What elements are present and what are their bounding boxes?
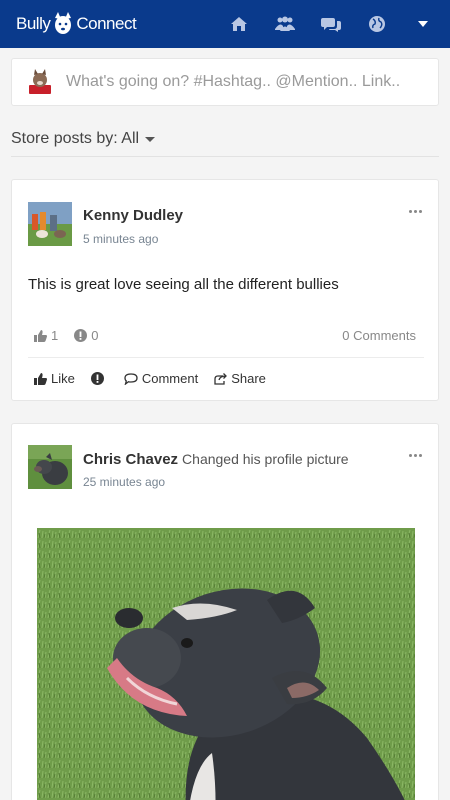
- caret-down-icon: [145, 136, 156, 142]
- author-name[interactable]: Kenny Dudley: [83, 207, 183, 224]
- like-button[interactable]: Like: [34, 371, 75, 386]
- author-name[interactable]: Chris Chavez Changed his profile picture: [83, 451, 349, 468]
- user-avatar: [29, 69, 51, 94]
- exclamation-icon: [90, 372, 104, 385]
- nav-icons: [204, 0, 434, 48]
- likes-count[interactable]: 1: [34, 328, 58, 343]
- share-button[interactable]: Share: [214, 371, 266, 386]
- post-actions: Like Comment Share: [34, 371, 282, 386]
- comment-icon: [124, 372, 138, 385]
- logo-text-left: Bully: [16, 14, 51, 33]
- sort-label: Store posts by: All: [11, 130, 140, 147]
- thumbs-up-icon: [34, 329, 47, 342]
- logo-dog-icon: [55, 12, 72, 34]
- post-action-text: Changed his profile picture: [182, 451, 349, 467]
- home-icon[interactable]: [228, 13, 250, 35]
- exclamation-icon: [74, 329, 88, 342]
- post-timestamp[interactable]: 25 minutes ago: [83, 475, 165, 489]
- logo-text-right: Connect: [76, 14, 137, 33]
- more-options-icon[interactable]: [409, 454, 422, 457]
- comment-button[interactable]: Comment: [124, 371, 198, 386]
- app-logo[interactable]: Bully Connect: [16, 12, 137, 36]
- author-avatar[interactable]: [28, 445, 72, 489]
- post-card: Kenny Dudley 5 minutes ago This is great…: [11, 179, 439, 401]
- composer-placeholder: What's going on? #Hashtag.. @Mention.. L…: [66, 73, 401, 90]
- comments-count[interactable]: 0 Comments: [342, 328, 416, 343]
- globe-icon[interactable]: [366, 13, 388, 35]
- post-text: This is great love seeing all the differ…: [28, 276, 339, 293]
- post-stats: 1 0: [34, 328, 114, 343]
- post-photo[interactable]: [37, 528, 415, 800]
- users-icon[interactable]: [274, 13, 296, 35]
- divider: [11, 156, 439, 157]
- thumbs-up-icon: [34, 372, 47, 385]
- post-card: Chris Chavez Changed his profile picture …: [11, 423, 439, 800]
- reports-count[interactable]: 0: [74, 328, 98, 343]
- divider: [28, 357, 424, 358]
- more-options-icon[interactable]: [409, 210, 422, 213]
- sort-dropdown[interactable]: Store posts by: All: [11, 130, 156, 148]
- caret-down-icon[interactable]: [412, 13, 434, 35]
- post-composer[interactable]: What's going on? #Hashtag.. @Mention.. L…: [11, 58, 439, 106]
- top-navbar: Bully Connect: [0, 0, 450, 48]
- post-timestamp[interactable]: 5 minutes ago: [83, 232, 158, 246]
- chat-icon[interactable]: [320, 13, 342, 35]
- report-button[interactable]: [90, 372, 108, 385]
- author-avatar[interactable]: [28, 202, 72, 246]
- share-icon: [214, 372, 228, 385]
